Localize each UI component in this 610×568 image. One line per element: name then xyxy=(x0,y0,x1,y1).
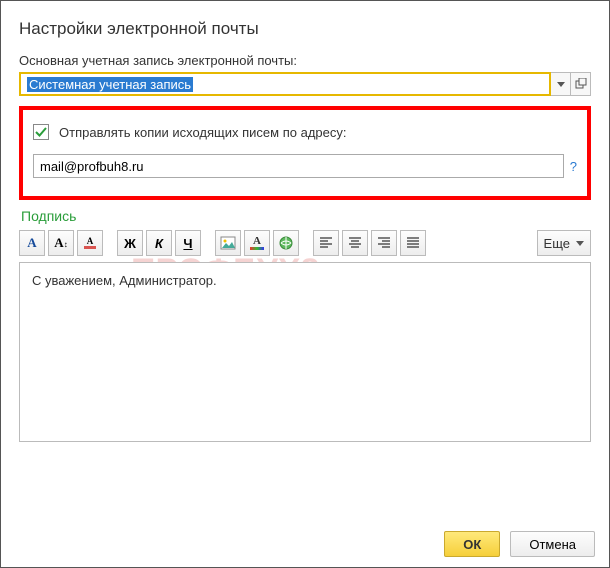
ok-button[interactable]: ОК xyxy=(444,531,500,557)
align-right-icon xyxy=(377,237,391,249)
align-center-icon xyxy=(348,237,362,249)
italic-button[interactable]: К xyxy=(146,230,172,256)
link-icon xyxy=(278,235,294,251)
account-label: Основная учетная запись электронной почт… xyxy=(19,53,601,68)
font-color-button[interactable]: A xyxy=(77,230,103,256)
font-size-button[interactable]: A↕ xyxy=(48,230,74,256)
highlight-button[interactable]: A xyxy=(244,230,270,256)
font-icon: A xyxy=(27,235,36,251)
send-copies-checkbox[interactable] xyxy=(33,124,49,140)
more-label: Еще xyxy=(544,236,570,251)
align-justify-icon xyxy=(406,237,420,249)
highlight-icon: A xyxy=(250,236,264,250)
account-dropdown[interactable]: Системная учетная запись xyxy=(19,72,551,96)
color-icon: A xyxy=(84,237,96,249)
account-row: Системная учетная запись xyxy=(19,72,591,96)
chevron-down-icon xyxy=(576,241,584,246)
bold-button[interactable]: Ж xyxy=(117,230,143,256)
account-value: Системная учетная запись xyxy=(27,77,193,92)
editor-toolbar: A A↕ A Ж К Ч A xyxy=(19,230,591,256)
checkmark-icon xyxy=(35,126,47,138)
signature-label: Подпись xyxy=(21,208,601,224)
align-left-icon xyxy=(319,237,333,249)
align-left-button[interactable] xyxy=(313,230,339,256)
highlighted-section: Отправлять копии исходящих писем по адре… xyxy=(19,106,591,200)
send-copies-label: Отправлять копии исходящих писем по адре… xyxy=(59,125,346,140)
page-title: Настройки электронной почты xyxy=(19,19,601,39)
signature-text: С уважением, Администратор. xyxy=(32,273,217,288)
insert-image-button[interactable] xyxy=(215,230,241,256)
bold-icon: Ж xyxy=(124,236,136,251)
cancel-button[interactable]: Отмена xyxy=(510,531,595,557)
account-open-button[interactable] xyxy=(571,72,591,96)
chevron-down-icon xyxy=(557,82,565,87)
image-icon xyxy=(220,236,236,250)
help-link[interactable]: ? xyxy=(570,159,577,174)
signature-editor[interactable]: С уважением, Администратор. xyxy=(19,262,591,442)
align-center-button[interactable] xyxy=(342,230,368,256)
align-right-button[interactable] xyxy=(371,230,397,256)
footer-buttons: ОК Отмена xyxy=(444,531,595,557)
font-family-button[interactable]: A xyxy=(19,230,45,256)
underline-icon: Ч xyxy=(183,236,192,251)
align-justify-button[interactable] xyxy=(400,230,426,256)
italic-icon: К xyxy=(155,236,163,251)
open-icon xyxy=(575,78,587,90)
account-dropdown-toggle[interactable] xyxy=(551,72,571,96)
copy-email-input[interactable] xyxy=(33,154,564,178)
underline-button[interactable]: Ч xyxy=(175,230,201,256)
insert-link-button[interactable] xyxy=(273,230,299,256)
more-button[interactable]: Еще xyxy=(537,230,591,256)
size-icon: A↕ xyxy=(54,235,67,251)
